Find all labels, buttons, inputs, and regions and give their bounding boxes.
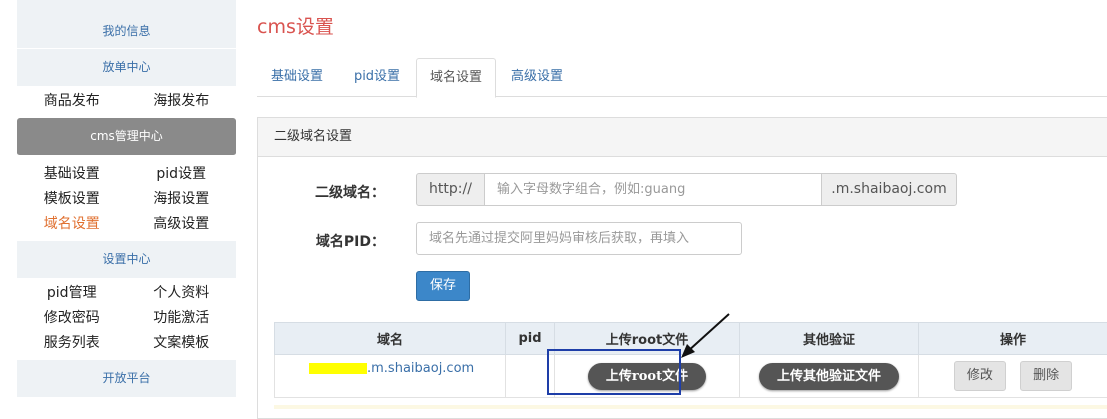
- sidebar-item-change-password[interactable]: 修改密码: [17, 306, 127, 331]
- sidebar-head-my-info[interactable]: 我的信息: [17, 0, 236, 49]
- pid-input[interactable]: 域名先通过提交阿里妈妈审核后获取，再填入: [416, 222, 742, 255]
- sidebar-item-profile[interactable]: 个人资料: [127, 281, 237, 306]
- sidebar-item-template-settings[interactable]: 模板设置: [17, 187, 127, 212]
- sidebar-item-copy-templates[interactable]: 文案模板: [127, 331, 237, 356]
- order-links: 商品发布 海报发布: [17, 87, 236, 118]
- tab-bar: 基础设置 pid设置 域名设置 高级设置: [257, 58, 1107, 97]
- sidebar-head-open-platform[interactable]: 开放平台: [17, 360, 236, 398]
- delete-button[interactable]: 删除: [1020, 361, 1072, 391]
- col-pid: pid: [506, 323, 555, 355]
- bottom-strip: [274, 405, 1107, 409]
- actions-cell: 修改 删除: [919, 355, 1107, 398]
- main-content: cms设置 基础设置 pid设置 域名设置 高级设置 二级域名设置 二级域名： …: [257, 0, 1107, 409]
- upload-root-cell: 上传root文件: [555, 355, 740, 398]
- tab-basic-settings[interactable]: 基础设置: [257, 58, 337, 96]
- sidebar: 我的信息 放单中心 商品发布 海报发布 cms管理中心 基础设置 pid设置 模…: [17, 0, 236, 409]
- save-button[interactable]: 保存: [416, 271, 470, 301]
- tab-advanced-settings[interactable]: 高级设置: [497, 58, 577, 96]
- sidebar-item-product-publish[interactable]: 商品发布: [17, 89, 127, 114]
- sidebar-head-cms-center[interactable]: cms管理中心: [17, 118, 236, 156]
- panel-title: 二级域名设置: [258, 118, 1107, 157]
- sidebar-item-poster-settings[interactable]: 海报设置: [127, 187, 237, 212]
- cms-links: 基础设置 pid设置 模板设置 海报设置 域名设置 高级设置: [17, 156, 236, 241]
- sidebar-item-advanced-settings[interactable]: 高级设置: [127, 212, 237, 237]
- tab-pid-settings[interactable]: pid设置: [337, 58, 417, 96]
- upload-root-button[interactable]: 上传root文件: [588, 363, 706, 390]
- domain-panel: 二级域名设置 二级域名： http:// 输入字母数字组合，例如:guang .…: [257, 117, 1107, 419]
- tab-domain-settings[interactable]: 域名设置: [416, 58, 496, 98]
- http-prefix: http://: [416, 173, 485, 206]
- domain-suffix: .m.shaibaoj.com: [821, 173, 957, 206]
- annotation-arrow-icon: [677, 310, 737, 360]
- col-other-verify: 其他验证: [740, 323, 919, 355]
- domain-text[interactable]: .m.shaibaoj.com: [367, 361, 474, 376]
- edit-button[interactable]: 修改: [954, 361, 1006, 391]
- sidebar-item-domain-settings[interactable]: 域名设置: [17, 212, 127, 237]
- sidebar-item-poster-publish[interactable]: 海报发布: [127, 89, 237, 114]
- sidebar-item-feature-activate[interactable]: 功能激活: [127, 306, 237, 331]
- redacted-highlight: [309, 363, 367, 374]
- settings-links: pid管理 个人资料 修改密码 功能激活 服务列表 文案模板: [17, 279, 236, 360]
- domain-cell: .m.shaibaoj.com: [275, 355, 506, 398]
- sidebar-head-order-center[interactable]: 放单中心: [17, 49, 236, 87]
- table-row: .m.shaibaoj.com 上传root文件 上传其他验证文件 修改 删除: [275, 355, 1107, 398]
- subdomain-label: 二级域名：: [265, 182, 385, 202]
- upload-other-button[interactable]: 上传其他验证文件: [759, 363, 899, 390]
- subdomain-input[interactable]: 输入字母数字组合，例如:guang: [484, 173, 822, 206]
- sidebar-item-pid-settings[interactable]: pid设置: [127, 162, 237, 187]
- pid-label: 域名PID：: [265, 231, 385, 251]
- sidebar-item-basic-settings[interactable]: 基础设置: [17, 162, 127, 187]
- sidebar-item-service-list[interactable]: 服务列表: [17, 331, 127, 356]
- col-domain: 域名: [275, 323, 506, 355]
- sidebar-item-pid-manage[interactable]: pid管理: [17, 281, 127, 306]
- col-actions: 操作: [919, 323, 1107, 355]
- pid-cell: [506, 355, 555, 398]
- upload-other-cell: 上传其他验证文件: [740, 355, 919, 398]
- page-title: cms设置: [257, 12, 334, 39]
- sidebar-head-settings-center[interactable]: 设置中心: [17, 241, 236, 279]
